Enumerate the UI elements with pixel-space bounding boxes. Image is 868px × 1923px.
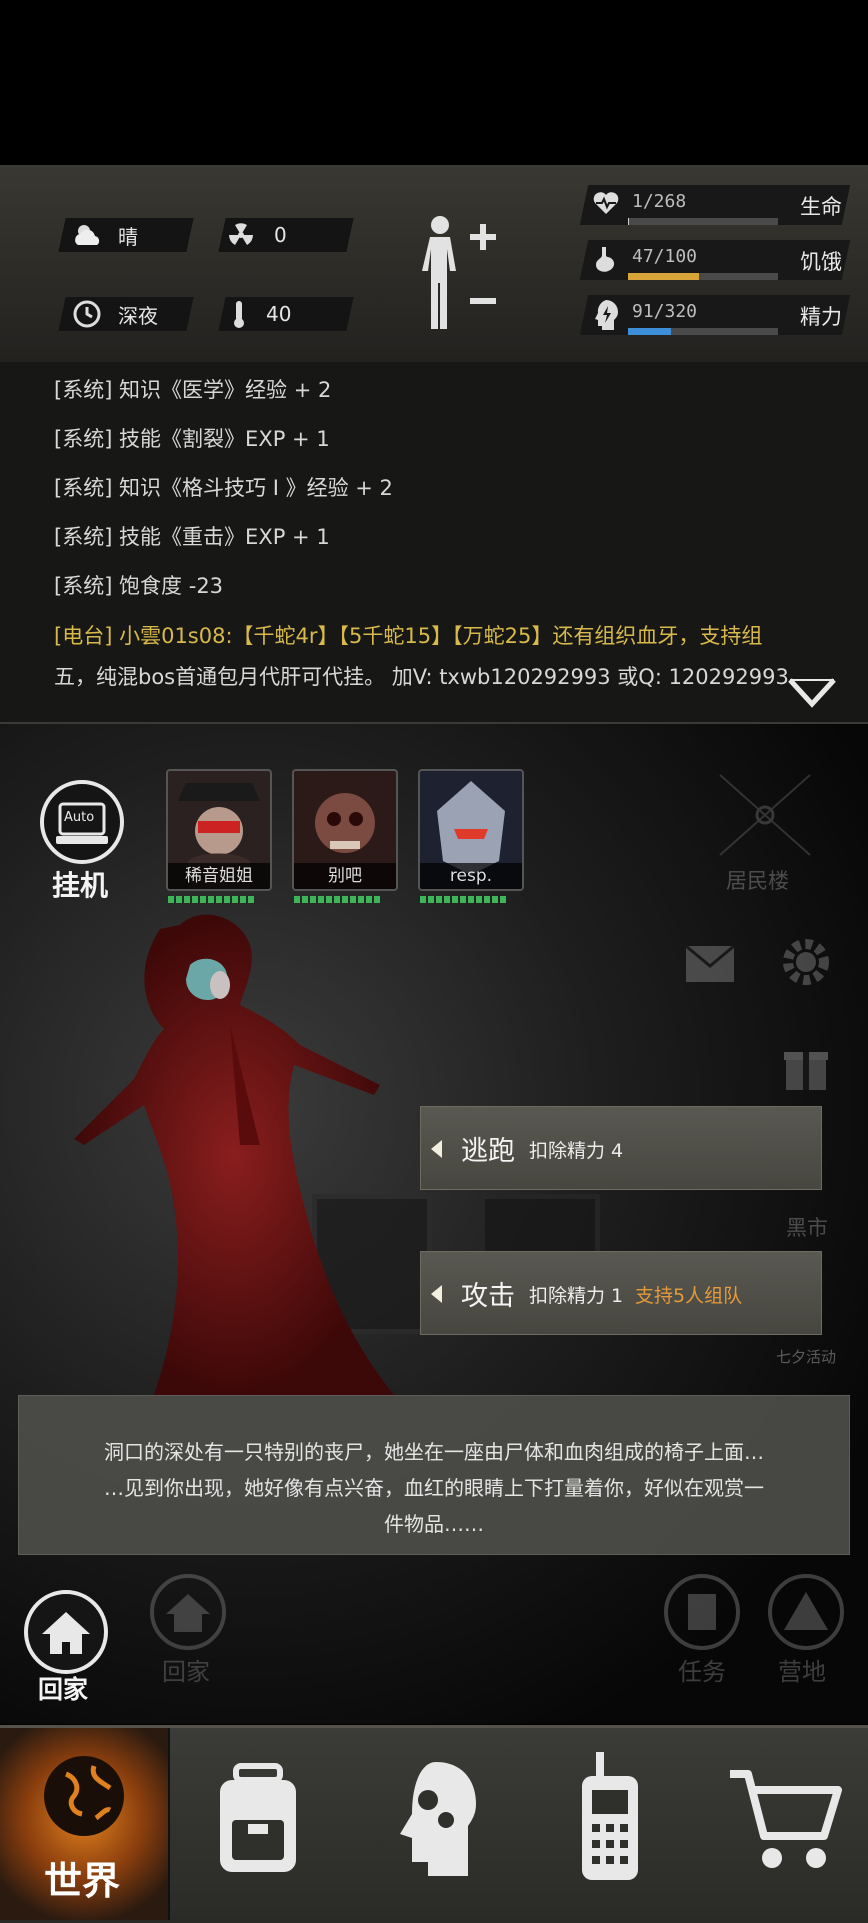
hunger-bar	[628, 273, 778, 280]
home-icon	[150, 1574, 226, 1650]
heart-pulse-icon	[593, 192, 619, 214]
task-icon	[664, 1574, 740, 1650]
health-label: 生命	[800, 195, 842, 219]
weather-label: 晴	[118, 224, 138, 249]
event-label[interactable]: 七夕活动	[776, 1346, 836, 1367]
description-line: 洞口的深处有一只特别的丧尸，她坐在一座由尸体和血肉组成的椅子上面…	[104, 1440, 764, 1464]
cloud-sun-icon	[75, 225, 100, 245]
attack-label: 攻击	[461, 1281, 515, 1312]
home-icon	[24, 1590, 108, 1674]
mail-icon[interactable]	[684, 944, 736, 984]
health-bar-fill	[628, 218, 629, 225]
temperature-value: 40	[266, 302, 292, 326]
backpack-icon	[220, 1763, 296, 1872]
energy-label: 精力	[800, 305, 842, 329]
energy-value: 91/320	[632, 301, 698, 322]
gear-icon[interactable]	[780, 936, 832, 988]
body-status-icon[interactable]	[418, 213, 500, 333]
log-line: [系统] 技能《重击》EXP + 1	[54, 525, 330, 549]
stomach-icon	[596, 247, 615, 272]
thermometer-icon	[234, 301, 244, 328]
log-line: [系统] 技能《割裂》EXP + 1	[54, 427, 330, 451]
message-log[interactable]: [系统] 知识《医学》经验 + 2 [系统] 技能《割裂》EXP + 1 [系统…	[0, 362, 868, 724]
time-label: 深夜	[118, 303, 158, 328]
party-member-portrait[interactable]: 稀音姐姐	[166, 769, 272, 891]
camp-label: 营地	[778, 1658, 826, 1686]
flee-cost: 扣除精力 4	[529, 1140, 624, 1162]
health-bar	[628, 218, 778, 225]
nav-world-button[interactable]: 世界	[0, 1728, 170, 1920]
arrow-left-icon	[431, 1285, 442, 1303]
go-home-button[interactable]: 回家	[24, 1590, 114, 1704]
zombie-boss-image	[74, 914, 394, 1395]
energy-bar	[628, 328, 778, 335]
hunger-label: 饥饿	[800, 250, 842, 274]
health-value: 1/268	[632, 191, 687, 212]
residence-button[interactable]: 居民楼	[690, 765, 840, 895]
attack-cost: 扣除精力 1	[529, 1285, 624, 1307]
party-member-name: resp.	[420, 863, 522, 889]
party-hp-bar	[294, 896, 380, 903]
status-panel: 晴 0 深夜 40 1/268 生命 47/100 饥饿 91/320 精力	[0, 165, 868, 365]
radiation-value: 0	[274, 223, 287, 247]
home-label: 回家	[38, 1675, 89, 1704]
radio-line-2: 五，纯混bos首通包月代肝可代挂。 加V: txwb120292993 或Q: …	[54, 665, 789, 689]
chevron-down-icon[interactable]	[786, 674, 838, 710]
nav-shop-button[interactable]	[698, 1728, 866, 1920]
clock-icon	[73, 300, 101, 328]
nav-backpack-button[interactable]	[174, 1728, 342, 1920]
head-gears-icon	[400, 1762, 476, 1876]
encounter-description: 洞口的深处有一只特别的丧尸，她坐在一座由尸体和血肉组成的椅子上面… …见到你出现…	[18, 1395, 850, 1555]
party-member-portrait[interactable]: resp.	[418, 769, 524, 891]
camp-button[interactable]: 营地	[766, 1572, 856, 1686]
residence-map-icon	[719, 774, 811, 856]
shopping-cart-icon	[730, 1770, 842, 1868]
radio-prefix: [电台]	[54, 624, 113, 648]
nav-radio-button[interactable]	[524, 1728, 692, 1920]
nav-skills-button[interactable]	[350, 1728, 518, 1920]
task-label: 任务	[678, 1658, 726, 1686]
hunger-value: 47/100	[632, 246, 698, 267]
party-hp-bar	[420, 896, 506, 903]
party-member-portrait[interactable]: 别吧	[292, 769, 398, 891]
hunger-bar-fill	[628, 273, 699, 280]
energy-bar-fill	[628, 328, 671, 335]
log-line: [系统] 知识《医学》经验 + 2	[54, 378, 332, 402]
radio-line: [电台] 小雲01s08:【千蛇4r】【5千蛇15】【万蛇25】还有组织血牙，支…	[54, 620, 762, 650]
description-line: 件物品……	[384, 1512, 484, 1536]
task-button[interactable]: 任务	[662, 1572, 752, 1686]
party-hp-bar	[168, 896, 254, 903]
party-member-name: 稀音姐姐	[168, 863, 270, 889]
log-line: [系统] 知识《格斗技巧 I 》经验 + 2	[54, 476, 393, 500]
gift-icon[interactable]	[782, 1040, 830, 1092]
auto-button[interactable]: Auto 挂机	[40, 780, 124, 902]
radio-text-1: 小雲01s08:【千蛇4r】【5千蛇15】【万蛇25】还有组织血牙，支持组	[119, 624, 763, 648]
head-lightning-icon	[595, 300, 618, 330]
blackmarket-label[interactable]: 黑市	[786, 1212, 828, 1242]
go-home-button-faded: 回家	[148, 1572, 238, 1686]
attack-extra: 支持5人组队	[635, 1285, 743, 1307]
home-label-faded: 回家	[162, 1658, 210, 1686]
party-member-name: 别吧	[294, 863, 396, 889]
world-label: 世界	[44, 1859, 121, 1903]
tent-icon	[768, 1574, 844, 1650]
auto-icon-text: Auto	[64, 810, 95, 825]
residence-label: 居民楼	[726, 869, 789, 893]
attack-button[interactable]: 攻击 扣除精力 1 支持5人组队	[420, 1251, 822, 1335]
walkie-talkie-icon	[582, 1752, 638, 1880]
auto-label: 挂机	[52, 869, 109, 902]
description-line: …见到你出现，她好像有点兴奋，血红的眼睛上下打量着你，好似在观赏一	[104, 1476, 764, 1500]
flee-label: 逃跑	[461, 1136, 515, 1167]
arrow-left-icon	[431, 1140, 442, 1158]
flee-button[interactable]: 逃跑 扣除精力 4	[420, 1106, 822, 1190]
log-line: [系统] 饱食度 -23	[54, 574, 224, 598]
globe-icon	[44, 1756, 124, 1836]
radiation-icon	[229, 223, 253, 245]
